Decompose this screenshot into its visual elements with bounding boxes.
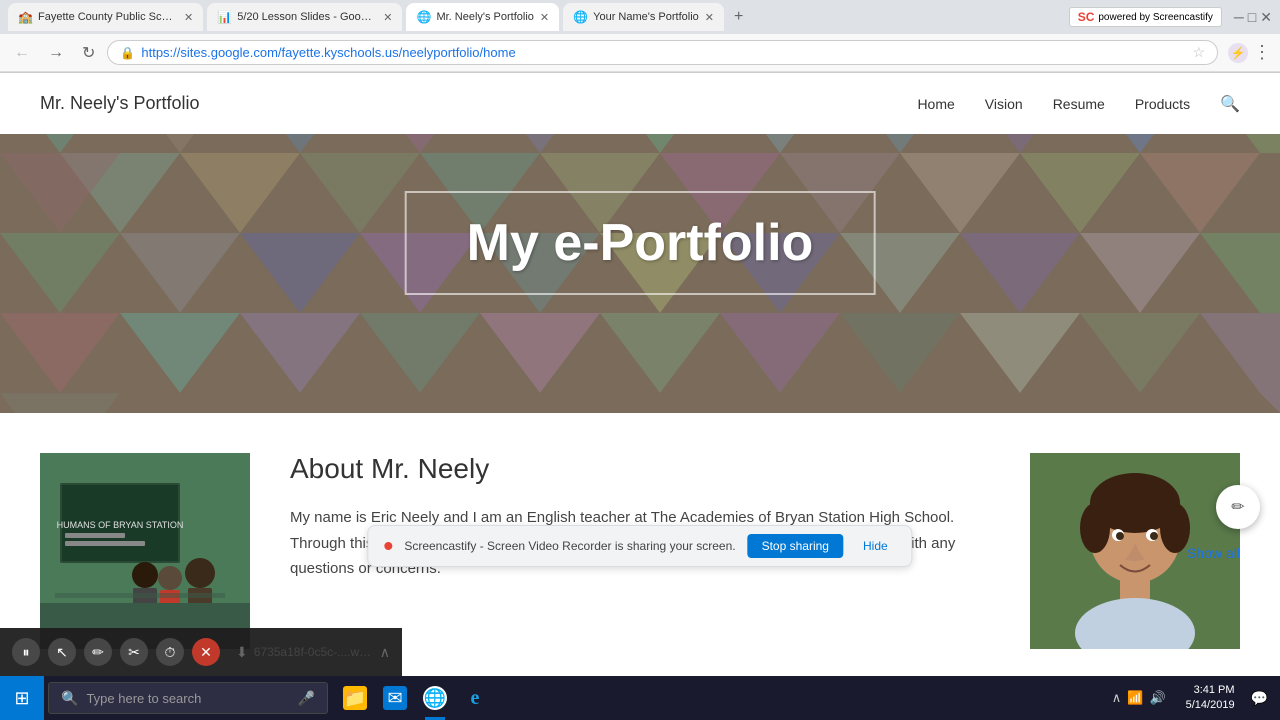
mail-icon: ✉ <box>383 686 407 710</box>
screencastify-sharing-bar: Screencastify - Screen Video Recorder is… <box>367 525 912 567</box>
taskbar-right: ∧ 📶 🔊 3:41 PM 5/14/2019 💬 <box>1104 683 1280 714</box>
tab-title-4: Your Name's Portfolio <box>593 11 699 23</box>
screencastify-badge: SC powered by Screencastify <box>1069 7 1222 27</box>
tab-slides[interactable]: 📊 5/20 Lesson Slides - Google Slid... ✕ <box>207 3 402 31</box>
show-hidden-icon[interactable]: ∧ <box>1112 690 1122 706</box>
photo-left: HUMANS OF BRYAN STATION <box>40 453 250 649</box>
taskbar-file-explorer[interactable]: 📁 <box>336 676 374 720</box>
scissors-button[interactable]: ✂ <box>120 638 148 666</box>
edit-fab[interactable]: ✏ <box>1216 485 1260 529</box>
tab-title-1: Fayette County Public Schools L... <box>38 11 178 23</box>
tab-fayette[interactable]: 🏫 Fayette County Public Schools L... ✕ <box>8 3 203 31</box>
tab-favicon-3: 🌐 <box>416 10 430 24</box>
reload-button[interactable]: ↻ <box>76 41 101 65</box>
hide-button[interactable]: Hide <box>855 534 896 558</box>
nav-resume[interactable]: Resume <box>1053 96 1105 112</box>
timer-button[interactable]: ⏱ <box>156 638 184 666</box>
title-bar: 🏫 Fayette County Public Schools L... ✕ 📊… <box>0 0 1280 34</box>
time-display: 3:41 PM <box>1186 683 1235 698</box>
recording-toolbar: ⏸ ↖ ✏ ✂ ⏱ ✕ ⬇ 6735a18f-0c5c-....webm ∧ <box>0 628 402 676</box>
start-button[interactable]: ⊞ <box>0 676 44 720</box>
tab-close-2[interactable]: ✕ <box>383 11 392 24</box>
browser-chrome: 🏫 Fayette County Public Schools L... ✕ 📊… <box>0 0 1280 73</box>
address-text: https://sites.google.com/fayette.kyschoo… <box>141 45 1186 60</box>
about-heading: About Mr. Neely <box>290 453 990 485</box>
photo-left-container: HUMANS OF BRYAN STATION Noah Haynes and … <box>40 453 250 649</box>
stop-sharing-button[interactable]: Stop sharing <box>748 534 843 558</box>
maximize-button[interactable]: □ <box>1248 9 1256 25</box>
site-nav: Home Vision Resume Products 🔍 <box>917 94 1240 114</box>
download-filename: 6735a18f-0c5c-....webm <box>254 645 374 659</box>
search-icon: 🔍 <box>61 690 78 707</box>
address-bar[interactable]: 🔒 https://sites.google.com/fayette.kysch… <box>107 40 1218 65</box>
pause-button[interactable]: ⏸ <box>12 638 40 666</box>
minimize-button[interactable]: ─ <box>1234 9 1244 25</box>
back-button[interactable]: ← <box>8 42 36 64</box>
system-tray: ∧ 📶 🔊 <box>1104 690 1174 706</box>
browser-nav-icons: ⚡ ⋮ <box>1228 43 1272 63</box>
nav-bar: ← → ↻ 🔒 https://sites.google.com/fayette… <box>0 34 1280 72</box>
tab-neely[interactable]: 🌐 Mr. Neely's Portfolio ✕ <box>406 3 559 31</box>
site-header: Mr. Neely's Portfolio Home Vision Resume… <box>0 73 1280 134</box>
tab-title-3: Mr. Neely's Portfolio <box>436 11 533 23</box>
new-tab-button[interactable]: + <box>728 8 749 26</box>
taskbar: ⊞ 🔍 Type here to search 🎤 📁 ✉ 🌐 e ∧ 📶 🔊 … <box>0 676 1280 720</box>
screencastify-text: powered by Screencastify <box>1098 12 1213 23</box>
file-explorer-icon: 📁 <box>343 686 367 710</box>
lock-icon: 🔒 <box>120 46 135 60</box>
recording-indicator <box>384 542 392 550</box>
windows-icon: ⊞ <box>14 688 29 709</box>
show-all-link[interactable]: Show all <box>1187 545 1240 561</box>
star-icon[interactable]: ☆ <box>1192 44 1205 61</box>
taskbar-pinned-icons: 📁 ✉ 🌐 e <box>332 676 498 720</box>
taskbar-search[interactable]: 🔍 Type here to search 🎤 <box>48 682 328 714</box>
classroom-photo: HUMANS OF BRYAN STATION <box>40 453 250 649</box>
screencastify-logo: SC <box>1078 10 1095 24</box>
tab-favicon-1: 🏫 <box>18 10 32 24</box>
chrome-icon: 🌐 <box>423 686 447 710</box>
tab-close-4[interactable]: ✕ <box>705 11 714 24</box>
clock[interactable]: 3:41 PM 5/14/2019 <box>1178 683 1243 714</box>
tab-close-3[interactable]: ✕ <box>540 11 549 24</box>
pen-button[interactable]: ✏ <box>84 638 112 666</box>
tab-title-2: 5/20 Lesson Slides - Google Slid... <box>237 11 377 23</box>
screencastify-message: Screencastify - Screen Video Recorder is… <box>404 539 735 553</box>
close-window-button[interactable]: ✕ <box>1260 9 1272 26</box>
taskbar-mail[interactable]: ✉ <box>376 676 414 720</box>
tab-yourname[interactable]: 🌐 Your Name's Portfolio ✕ <box>563 3 724 31</box>
site-title: Mr. Neely's Portfolio <box>40 93 200 114</box>
sound-icon[interactable]: 🔊 <box>1149 690 1165 706</box>
hero-title: My e-Portfolio <box>467 213 814 273</box>
extensions-icon[interactable]: ⚡ <box>1228 43 1248 63</box>
tab-close-1[interactable]: ✕ <box>184 11 193 24</box>
forward-button[interactable]: → <box>42 42 70 64</box>
network-icon[interactable]: 📶 <box>1127 690 1143 706</box>
download-expand[interactable]: ∧ <box>380 644 390 661</box>
cursor-button[interactable]: ↖ <box>48 638 76 666</box>
taskbar-ie[interactable]: e <box>456 676 494 720</box>
stop-recording-button[interactable]: ✕ <box>192 638 220 666</box>
download-icon: ⬇ <box>236 644 248 661</box>
download-item: ⬇ 6735a18f-0c5c-....webm ∧ <box>236 644 390 661</box>
svg-text:HUMANS OF BRYAN STATION: HUMANS OF BRYAN STATION <box>57 520 184 530</box>
website-content: Mr. Neely's Portfolio Home Vision Resume… <box>0 73 1280 649</box>
nav-home[interactable]: Home <box>917 96 954 112</box>
site-search-icon[interactable]: 🔍 <box>1220 94 1240 114</box>
nav-products[interactable]: Products <box>1135 96 1190 112</box>
chrome-menu-icon[interactable]: ⋮ <box>1252 43 1272 63</box>
nav-vision[interactable]: Vision <box>985 96 1023 112</box>
search-placeholder: Type here to search <box>86 691 201 706</box>
ie-icon: e <box>463 686 487 710</box>
taskbar-chrome[interactable]: 🌐 <box>416 676 454 720</box>
tab-favicon-4: 🌐 <box>573 10 587 24</box>
notification-icon[interactable]: 💬 <box>1247 690 1272 707</box>
date-display: 5/14/2019 <box>1186 698 1235 713</box>
tab-favicon-2: 📊 <box>217 10 231 24</box>
microphone-icon[interactable]: 🎤 <box>298 690 315 707</box>
hero-title-box: My e-Portfolio <box>405 191 876 295</box>
edit-fab-icon: ✏ <box>1231 497 1244 517</box>
